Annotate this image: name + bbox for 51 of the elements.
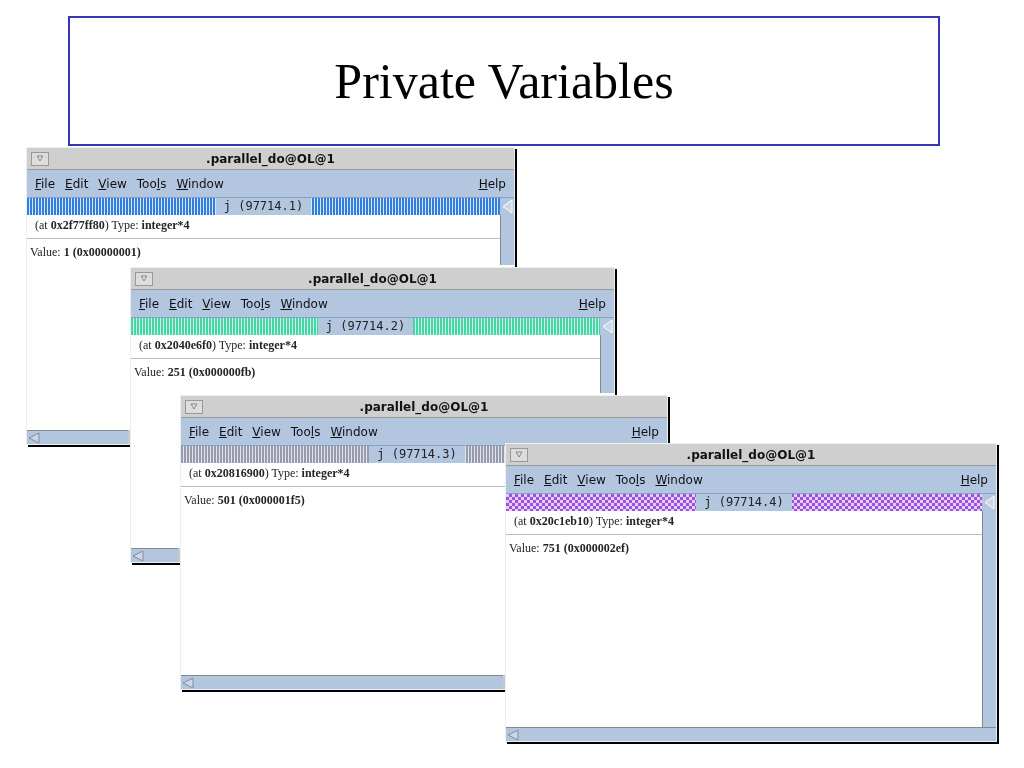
- window-menu-icon[interactable]: [185, 399, 203, 414]
- menu-item[interactable]: Window: [176, 174, 224, 193]
- thread-label: j (97714.3): [369, 446, 465, 463]
- menu-item[interactable]: File: [189, 422, 210, 441]
- window-title: .parallel_do@OL@1: [358, 398, 490, 416]
- thread-label: j (97714.4): [696, 494, 792, 511]
- variable-value: Value: 501 (0x000001f5): [183, 492, 306, 509]
- menu-item[interactable]: Tools: [240, 294, 271, 313]
- window-menu-icon[interactable]: [510, 447, 528, 462]
- window-title: .parallel_do@OL@1: [205, 150, 336, 168]
- variable-value: Value: 1 (0x00000001): [29, 244, 142, 261]
- menu-item[interactable]: File: [139, 294, 160, 313]
- horizontal-scrollbar[interactable]: [506, 727, 996, 741]
- window-menu-icon[interactable]: [135, 271, 153, 286]
- horizontal-scrollbar[interactable]: [27, 430, 128, 444]
- menu-item[interactable]: Tools: [136, 174, 167, 193]
- menu-item[interactable]: View: [98, 174, 127, 193]
- menu-item[interactable]: View: [252, 422, 281, 441]
- menu-item[interactable]: Edit: [65, 174, 89, 193]
- variable-info: (at 0x20c1eb10) Type: integer*4: [506, 511, 982, 535]
- menu-item[interactable]: File: [35, 174, 56, 193]
- slide-title: Private Variables: [68, 16, 940, 146]
- menu-item[interactable]: Window: [330, 422, 378, 441]
- menu-item[interactable]: Edit: [169, 294, 193, 313]
- menu-item[interactable]: Edit: [219, 422, 243, 441]
- menu-item[interactable]: Window: [280, 294, 328, 313]
- menu-item[interactable]: View: [202, 294, 231, 313]
- variable-info: (at 0x2040e6f0) Type: integer*4: [131, 335, 600, 359]
- menu-item[interactable]: Tools: [615, 470, 646, 489]
- horizontal-scrollbar[interactable]: [181, 675, 503, 689]
- menu-item[interactable]: Help: [631, 422, 659, 441]
- variable-value: Value: 251 (0x000000fb): [133, 364, 257, 381]
- vertical-scrollbar[interactable]: [500, 215, 514, 265]
- window-title: .parallel_do@OL@1: [307, 270, 438, 288]
- menu-item[interactable]: View: [577, 470, 606, 489]
- variable-value: Value: 751 (0x000002ef): [508, 540, 630, 557]
- menu-item[interactable]: Window: [655, 470, 703, 489]
- horizontal-scrollbar[interactable]: [131, 548, 178, 562]
- menu-item[interactable]: Help: [960, 470, 988, 489]
- menu-item[interactable]: Tools: [290, 422, 321, 441]
- menu-item[interactable]: File: [514, 470, 535, 489]
- thread-label: j (97714.1): [215, 198, 312, 215]
- window-title: .parallel_do@OL@1: [685, 446, 817, 464]
- vertical-scrollbar[interactable]: [982, 511, 996, 727]
- vertical-scrollbar[interactable]: [600, 335, 614, 393]
- menu-item[interactable]: Help: [478, 174, 506, 193]
- thread-label: j (97714.2): [317, 318, 414, 335]
- menu-item[interactable]: Help: [578, 294, 606, 313]
- menu-item[interactable]: Edit: [544, 470, 568, 489]
- variable-info: (at 0x2f77ff80) Type: integer*4: [27, 215, 500, 239]
- window-menu-icon[interactable]: [31, 151, 49, 166]
